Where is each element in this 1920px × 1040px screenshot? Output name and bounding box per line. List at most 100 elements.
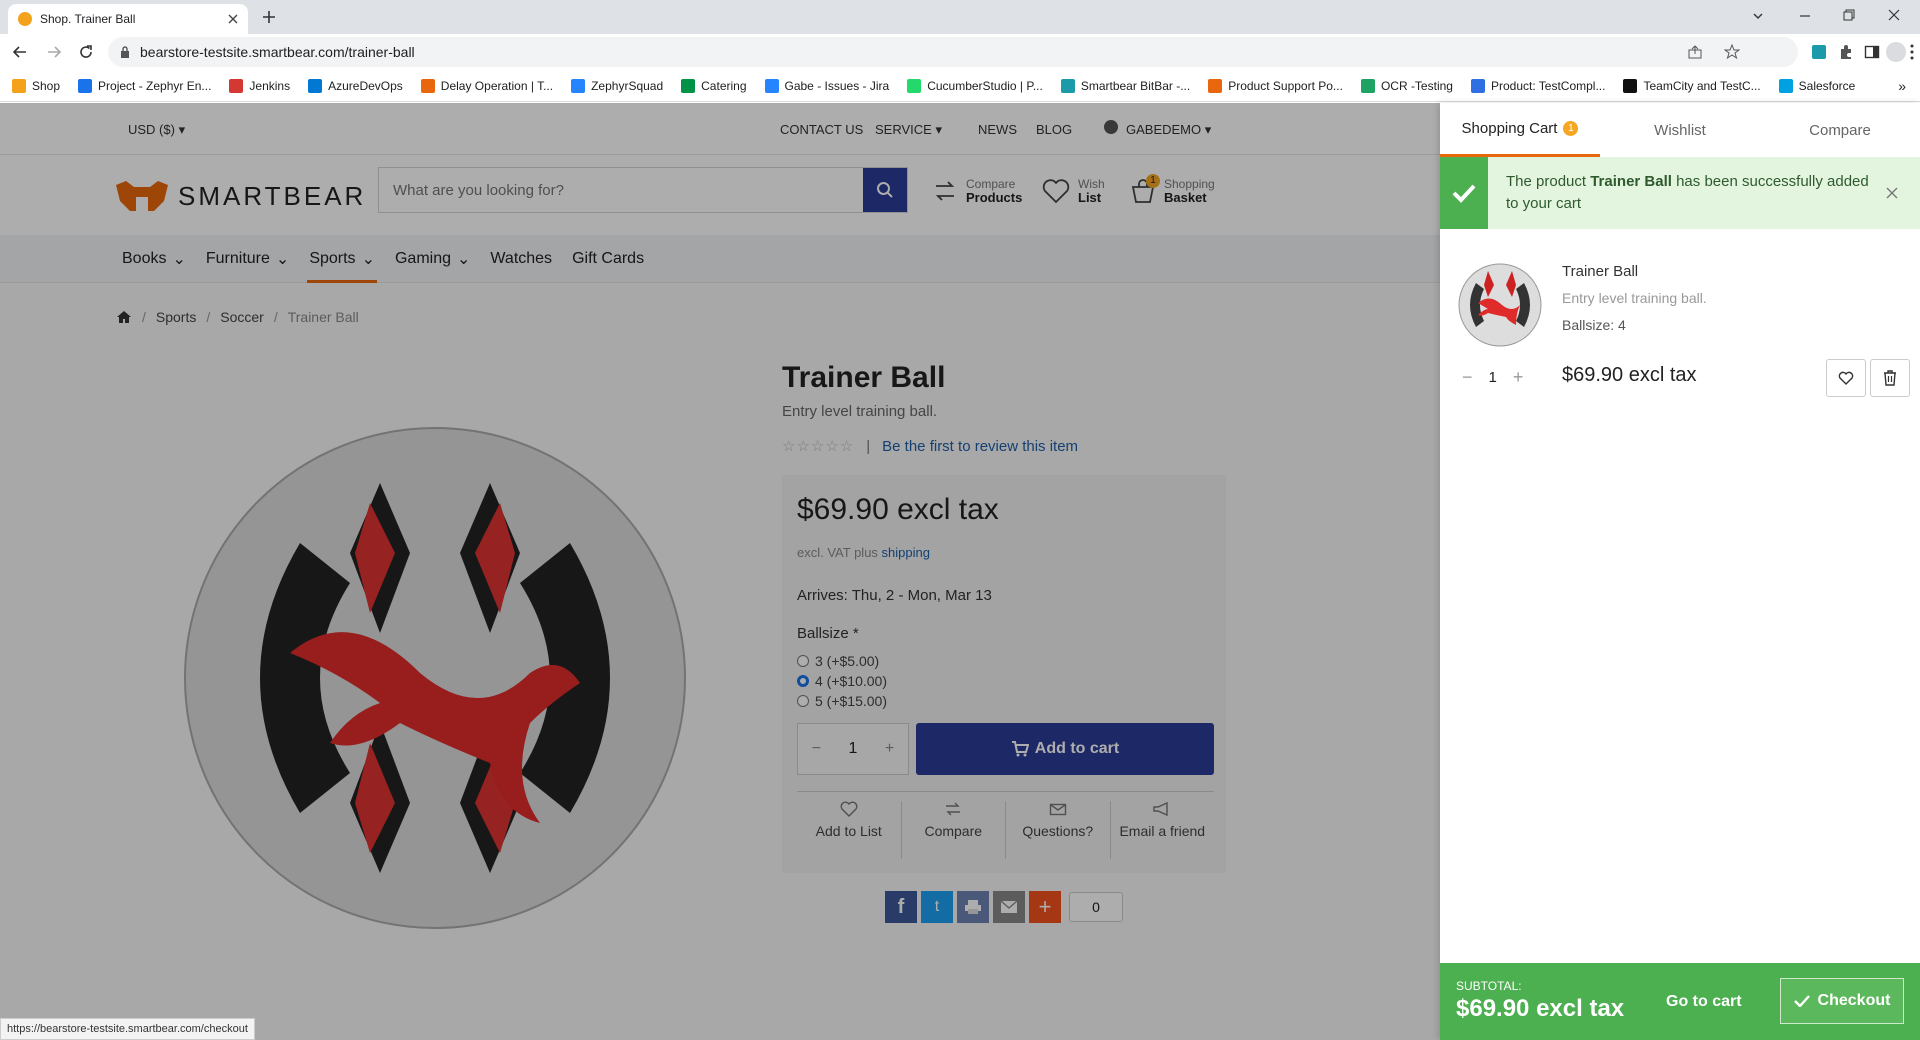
tab-compare[interactable]: Compare	[1760, 103, 1920, 157]
close-window-icon[interactable]	[1888, 9, 1900, 21]
cart-decrease-button[interactable]: −	[1462, 367, 1473, 388]
bookmark-favicon-icon	[1470, 78, 1485, 93]
shop-favicon-icon	[18, 12, 32, 26]
bookmark-label: TeamCity and TestC...	[1643, 78, 1761, 93]
close-alert-icon[interactable]	[1886, 187, 1898, 199]
bookmark-label: Smartbear BitBar -...	[1080, 78, 1191, 93]
heart-icon	[1838, 371, 1854, 385]
checkmark-icon	[1793, 995, 1810, 1007]
bookmark-label: Gabe - Issues - Jira	[784, 78, 890, 93]
address-bar[interactable]: bearstore-testsite.smartbear.com/trainer…	[108, 37, 1798, 67]
cart-footer: SUBTOTAL: $69.90 excl tax Go to cart Che…	[1440, 963, 1920, 1040]
cart-quantity-stepper: − 1 +	[1462, 367, 1523, 388]
forward-arrow-icon[interactable]	[46, 44, 62, 60]
bookmark-item[interactable]: Project - Zephyr En...	[78, 78, 212, 93]
alert-prefix: The product	[1506, 173, 1587, 190]
bookmark-label: Shop	[32, 78, 61, 93]
browser-tab-bar: Shop. Trainer Ball	[0, 0, 1920, 34]
alert-message: The product Trainer Ball has been succes…	[1488, 171, 1886, 215]
bookmark-item[interactable]: Smartbear BitBar -...	[1060, 78, 1191, 93]
kebab-menu-icon[interactable]	[1910, 44, 1914, 60]
remove-item-button[interactable]	[1870, 359, 1910, 397]
tab-shopping-cart[interactable]: Shopping Cart 1	[1440, 103, 1600, 157]
close-tab-icon[interactable]	[228, 14, 238, 24]
bookmark-item[interactable]: Delay Operation | T...	[420, 78, 554, 93]
extension-icon[interactable]	[1812, 45, 1826, 59]
bookmark-item[interactable]: TeamCity and TestC...	[1623, 78, 1761, 93]
profile-avatar-icon[interactable]	[1886, 42, 1906, 62]
cart-item-thumbnail[interactable]	[1458, 263, 1542, 347]
bookmark-item[interactable]: OCR -Testing	[1360, 78, 1453, 93]
bookmark-item[interactable]: Product: TestCompl...	[1470, 78, 1605, 93]
cart-item-name[interactable]: Trainer Ball	[1562, 263, 1638, 280]
store-page: USD ($) ▾ CONTACT US SERVICE ▾ NEWS BLOG…	[0, 103, 1440, 1040]
bookmark-label: Product Support Po...	[1228, 78, 1343, 93]
browser-toolbar: bearstore-testsite.smartbear.com/trainer…	[0, 34, 1920, 70]
side-panel-icon[interactable]	[1864, 44, 1880, 60]
bookmark-item[interactable]: Catering	[681, 78, 747, 93]
back-arrow-icon[interactable]	[12, 44, 28, 60]
bookmark-favicon-icon	[78, 78, 93, 93]
bookmark-item[interactable]: ZephyrSquad	[571, 78, 663, 93]
tab-search-chevron-icon[interactable]	[1752, 10, 1764, 22]
bookmark-item[interactable]: Salesforce	[1778, 78, 1856, 93]
star-bookmark-icon[interactable]	[1724, 44, 1740, 60]
move-to-wishlist-button[interactable]	[1826, 359, 1866, 397]
subtotal-value: $69.90 excl tax	[1456, 995, 1625, 1022]
bookmark-item[interactable]: Product Support Po...	[1208, 78, 1343, 93]
cart-item-price: $69.90 excl tax	[1562, 364, 1697, 386]
cart-increase-button[interactable]: +	[1513, 367, 1524, 388]
bookmark-item[interactable]: AzureDevOps	[308, 78, 403, 93]
bookmark-item[interactable]: Shop	[12, 78, 61, 93]
more-bookmarks-icon[interactable]: »	[1898, 78, 1906, 94]
new-tab-icon[interactable]	[262, 10, 276, 24]
url-text: bearstore-testsite.smartbear.com/trainer…	[140, 44, 415, 60]
bookmark-favicon-icon	[907, 78, 922, 93]
bookmark-label: Catering	[701, 78, 747, 93]
bookmark-item[interactable]: Jenkins	[229, 78, 291, 93]
bookmark-favicon-icon	[1208, 78, 1223, 93]
bookmark-favicon-icon	[420, 78, 435, 93]
go-to-cart-button[interactable]: Go to cart	[1666, 993, 1742, 1011]
browser-tab[interactable]: Shop. Trainer Ball	[8, 4, 248, 34]
bookmark-favicon-icon	[12, 78, 26, 93]
tab-title: Shop. Trainer Ball	[40, 12, 136, 26]
cart-item	[1458, 263, 1542, 347]
bookmark-favicon-icon	[1778, 78, 1793, 93]
bookmark-favicon-icon	[681, 78, 696, 93]
bookmark-label: OCR -Testing	[1380, 78, 1453, 93]
success-alert: The product Trainer Ball has been succes…	[1440, 157, 1920, 229]
trash-icon	[1884, 370, 1896, 386]
cart-count-badge: 1	[1563, 121, 1579, 136]
bookmark-favicon-icon	[764, 78, 779, 93]
bookmark-label: Salesforce	[1798, 78, 1856, 93]
cart-quantity-value[interactable]: 1	[1489, 369, 1497, 386]
offcanvas-cart: Shopping Cart 1 Wishlist Compare The pro…	[1440, 103, 1920, 1040]
cart-item-desc: Entry level training ball.	[1562, 290, 1707, 306]
bookmark-favicon-icon	[571, 78, 586, 93]
bookmark-label: AzureDevOps	[328, 78, 403, 93]
bookmark-item[interactable]: CucumberStudio | P...	[907, 78, 1043, 93]
share-icon[interactable]	[1688, 45, 1702, 59]
cart-item-attribute: Ballsize: 4	[1562, 317, 1626, 333]
bookmarks-bar: Shop Project - Zephyr En... Jenkins AzureDe…	[0, 70, 1920, 102]
restore-icon[interactable]	[1843, 9, 1855, 21]
bookmark-label: Project - Zephyr En...	[98, 78, 212, 93]
minimize-icon[interactable]	[1799, 10, 1811, 22]
tab-wishlist[interactable]: Wishlist	[1600, 103, 1760, 157]
checkout-button[interactable]: Checkout	[1780, 978, 1904, 1024]
checkout-label: Checkout	[1817, 992, 1891, 1009]
bookmark-label: CucumberStudio | P...	[927, 78, 1043, 93]
page-dim-overlay[interactable]	[0, 103, 1440, 1040]
bookmark-label: Jenkins	[249, 78, 291, 93]
browser-status-bar: https://bearstore-testsite.smartbear.com…	[0, 1018, 255, 1040]
bookmark-item[interactable]: Gabe - Issues - Jira	[764, 78, 890, 93]
puzzle-extensions-icon[interactable]	[1838, 44, 1854, 60]
checkmark-icon	[1440, 157, 1488, 229]
bookmark-label: Delay Operation | T...	[440, 78, 554, 93]
bookmark-favicon-icon	[1360, 78, 1375, 93]
bookmark-favicon-icon	[229, 78, 244, 93]
bookmark-favicon-icon	[1623, 78, 1638, 93]
subtotal-label: SUBTOTAL:	[1456, 979, 1522, 993]
reload-icon[interactable]	[78, 44, 94, 60]
